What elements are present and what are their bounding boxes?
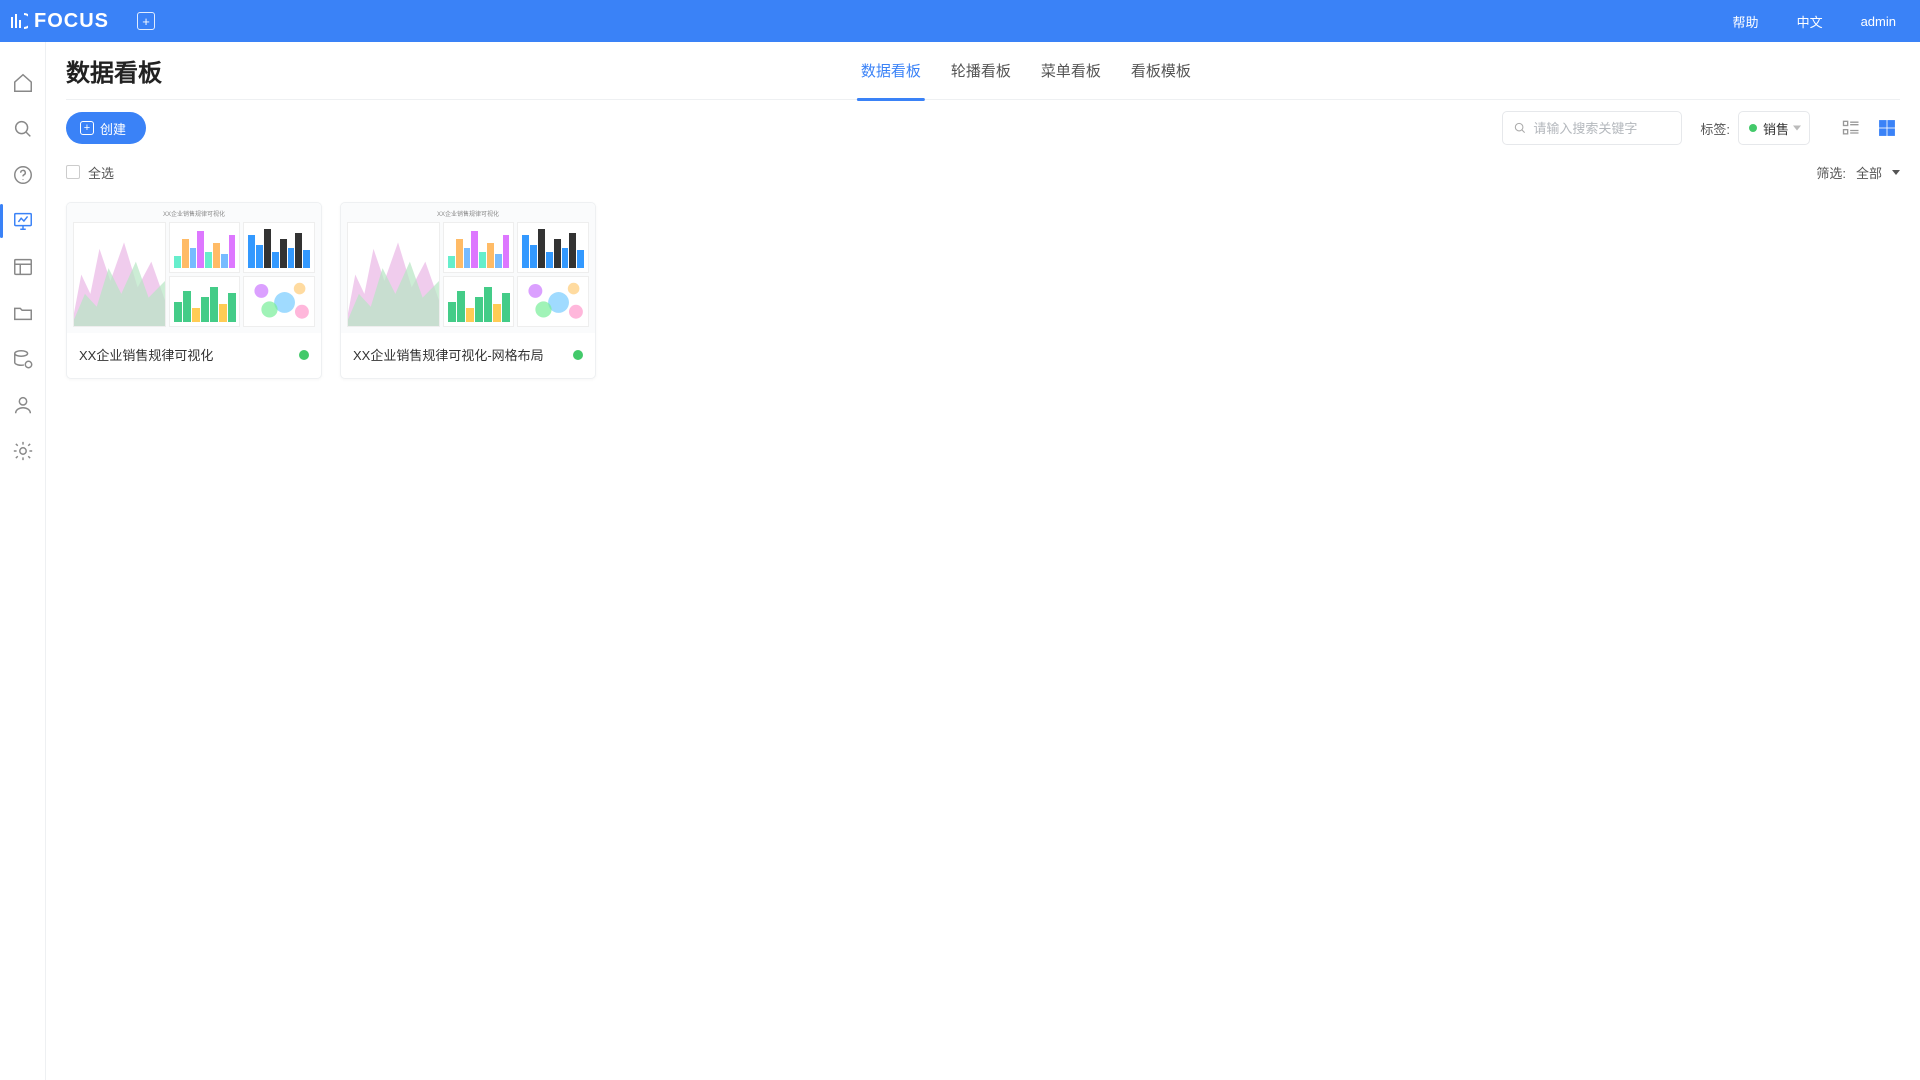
card-footer: XX企业销售规律可视化-网格布局 — [341, 333, 595, 378]
question-circle-icon — [12, 164, 34, 186]
database-gear-icon — [12, 348, 34, 370]
tag-select-value: 销售 — [1763, 119, 1789, 138]
presentation-chart-icon — [12, 210, 34, 232]
thumb-bar-chart — [169, 276, 241, 327]
dashboard-card[interactable]: XX企业销售规律可视化 — [340, 202, 596, 379]
thumb-area-chart — [73, 222, 166, 327]
tab-menu-board[interactable]: 菜单看板 — [1041, 42, 1101, 100]
page-header: 数据看板 数据看板 轮播看板 菜单看板 看板模板 — [66, 42, 1900, 100]
create-button[interactable]: + 创建 — [66, 112, 146, 144]
user-icon — [12, 394, 34, 416]
nav-data-config[interactable] — [0, 336, 45, 382]
folder-icon — [12, 302, 34, 324]
filter-value: 全部 — [1856, 163, 1882, 182]
subtoolbar: 全选 筛选: 全部 — [66, 156, 1900, 188]
thumb-bar-chart — [443, 222, 515, 273]
tag-select[interactable]: 销售 — [1738, 111, 1810, 145]
search-icon — [12, 118, 34, 140]
language-link[interactable]: 中文 — [1797, 12, 1823, 31]
tab-carousel-board[interactable]: 轮播看板 — [951, 42, 1011, 100]
thumb-bar-chart — [169, 222, 241, 273]
tab-board-template[interactable]: 看板模板 — [1131, 42, 1191, 100]
thumb-bar-chart — [517, 222, 589, 273]
card-status-dot — [299, 350, 309, 360]
filter-dropdown[interactable]: 全部 — [1856, 163, 1900, 182]
dashboard-card[interactable]: XX企业销售规律可视化 — [66, 202, 322, 379]
select-all-label: 全选 — [88, 163, 114, 182]
card-thumbnail: XX企业销售规律可视化 — [341, 203, 595, 333]
card-name: XX企业销售规律可视化 — [79, 345, 299, 364]
grid-view-icon — [1877, 118, 1897, 138]
select-all-checkbox[interactable] — [66, 165, 80, 179]
tab-label: 数据看板 — [861, 60, 921, 81]
grid-view-button[interactable] — [1874, 115, 1900, 141]
thumb-bubble-chart — [517, 276, 589, 327]
tab-label: 轮播看板 — [951, 60, 1011, 81]
card-footer: XX企业销售规律可视化 — [67, 333, 321, 378]
brand-logo[interactable]: FOCUS — [10, 10, 109, 33]
search-input[interactable] — [1533, 121, 1671, 136]
filter-label: 筛选: — [1816, 163, 1846, 182]
left-nav — [0, 42, 46, 1080]
main-content: 数据看板 数据看板 轮播看板 菜单看板 看板模板 + 创建 标签: 销售 — [46, 42, 1920, 1080]
view-toggle — [1838, 115, 1900, 141]
nav-table[interactable] — [0, 244, 45, 290]
brand-name: FOCUS — [34, 10, 109, 33]
nav-home[interactable] — [0, 60, 45, 106]
card-status-dot — [573, 350, 583, 360]
create-button-label: 创建 — [100, 119, 126, 138]
nav-settings[interactable] — [0, 428, 45, 474]
thumb-title: XX企业销售规律可视化 — [73, 209, 315, 219]
plus-square-icon: + — [80, 121, 94, 135]
thumb-bubble-chart — [243, 276, 315, 327]
brand-logo-icon — [10, 12, 28, 30]
list-view-button[interactable] — [1838, 115, 1864, 141]
tab-label: 看板模板 — [1131, 60, 1191, 81]
topbar: FOCUS + 帮助 中文 admin — [0, 0, 1920, 42]
list-view-icon — [1841, 118, 1861, 138]
user-link[interactable]: admin — [1861, 14, 1896, 29]
search-icon — [1513, 120, 1527, 136]
nav-help[interactable] — [0, 152, 45, 198]
card-grid: XX企业销售规律可视化 — [66, 202, 1900, 379]
plus-icon: + — [142, 15, 150, 28]
card-thumbnail: XX企业销售规律可视化 — [67, 203, 321, 333]
toolbar: + 创建 标签: 销售 — [66, 100, 1900, 156]
tab-data-board[interactable]: 数据看板 — [861, 42, 921, 100]
page-title: 数据看板 — [66, 53, 162, 88]
gear-icon — [12, 440, 34, 462]
nav-user[interactable] — [0, 382, 45, 428]
tag-color-dot — [1749, 124, 1757, 132]
table-icon — [12, 256, 34, 278]
thumb-bar-chart — [243, 222, 315, 273]
new-tab-button[interactable]: + — [137, 12, 155, 30]
tab-label: 菜单看板 — [1041, 60, 1101, 81]
nav-search[interactable] — [0, 106, 45, 152]
thumb-title: XX企业销售规律可视化 — [347, 209, 589, 219]
help-link[interactable]: 帮助 — [1733, 12, 1759, 31]
search-box[interactable] — [1502, 111, 1682, 145]
home-icon — [12, 72, 34, 94]
thumb-bar-chart — [443, 276, 515, 327]
thumb-area-chart — [347, 222, 440, 327]
card-name: XX企业销售规律可视化-网格布局 — [353, 345, 573, 364]
tag-label: 标签: — [1700, 119, 1730, 138]
nav-folder[interactable] — [0, 290, 45, 336]
nav-dashboard[interactable] — [0, 198, 45, 244]
